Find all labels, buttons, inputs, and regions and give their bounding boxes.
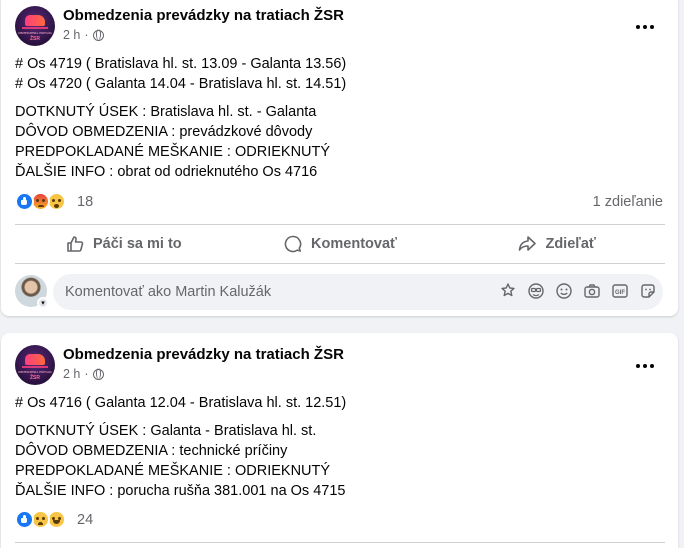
post-header: OBMEDZENIA PREVÁDZKY ŽSR Obmedzenia prev…: [15, 6, 665, 46]
post-line: DOTKNUTÝ ÚSEK : Bratislava hl. st. - Gal…: [15, 104, 317, 120]
logo-stripe: [22, 366, 48, 368]
share-icon: [519, 236, 537, 251]
share-button[interactable]: Zdieľať: [448, 226, 665, 262]
like-button[interactable]: Páči sa mi to: [15, 226, 232, 262]
post-actions: Páči sa mi to Komentovať Zdieľať: [15, 226, 665, 262]
reaction-count[interactable]: 24: [77, 512, 93, 528]
post-line: # Os 4716 ( Galanta 12.04 - Bratislava h…: [15, 395, 347, 411]
globe-icon: [92, 28, 104, 41]
post-line: # Os 4719 ( Bratislava hl. st. 13.09 - G…: [15, 56, 347, 72]
comment-input[interactable]: [65, 274, 485, 310]
chevron-down-icon[interactable]: ▾: [37, 297, 49, 309]
comment-tools: GIF: [499, 282, 657, 300]
share-count[interactable]: 1 zdieľanie: [593, 194, 663, 210]
post-line: DÔVOD OBMEDZENIA : technické príčiny: [15, 443, 288, 459]
post-header: OBMEDZENIA PREVÁDZKY ŽSR Obmedzenia prev…: [15, 345, 665, 385]
comment-label: Komentovať: [311, 236, 397, 252]
smile-icon[interactable]: [555, 282, 573, 300]
post-meta: 2 h ·: [63, 367, 104, 381]
comment-box[interactable]: GIF: [53, 274, 663, 310]
divider: [15, 224, 665, 225]
post-body: # Os 4716 ( Galanta 12.04 - Bratislava h…: [15, 393, 665, 501]
emoji-face-icon[interactable]: [527, 282, 545, 300]
page-avatar[interactable]: OBMEDZENIA PREVÁDZKY ŽSR: [15, 345, 55, 385]
comment-icon: [284, 235, 302, 253]
post-line: PREDPOKLADANÉ MEŠKANIE : ODRIEKNUTÝ: [15, 144, 331, 160]
more-options-button[interactable]: [630, 351, 660, 381]
meta-separator: ·: [84, 28, 89, 42]
dot-icon: [636, 364, 640, 368]
avatar-sticker-icon[interactable]: [499, 282, 517, 300]
post-card: OBMEDZENIA PREVÁDZKY ŽSR Obmedzenia prev…: [1, 333, 678, 548]
divider: [15, 263, 665, 264]
thumbs-up-icon: [67, 236, 84, 252]
post-line: DOTKNUTÝ ÚSEK : Galanta - Bratislava hl.…: [15, 423, 317, 439]
comment-button[interactable]: Komentovať: [232, 226, 449, 262]
like-label: Páči sa mi to: [93, 236, 182, 252]
dot-icon: [643, 364, 647, 368]
reactions-bar: 18 1 zdieľanie: [15, 192, 665, 214]
post-line: ĎALŠIE INFO : porucha rušňa 381.001 na O…: [15, 483, 346, 499]
avatar-logo-text: ŽSR: [30, 36, 40, 42]
reaction-count[interactable]: 18: [77, 194, 93, 210]
reaction-icons[interactable]: [15, 510, 66, 529]
post-card: OBMEDZENIA PREVÁDZKY ŽSR Obmedzenia prev…: [1, 0, 678, 316]
avatar-logo-text: ŽSR: [30, 375, 40, 381]
page-name[interactable]: Obmedzenia prevádzky na tratiach ŽSR: [63, 346, 344, 363]
reactions-bar: 24: [15, 510, 665, 532]
gif-icon[interactable]: GIF: [611, 282, 629, 300]
globe-icon: [92, 367, 104, 380]
more-options-button[interactable]: [630, 12, 660, 42]
svg-text:GIF: GIF: [615, 290, 625, 296]
dot-icon: [650, 364, 654, 368]
post-meta: 2 h ·: [63, 28, 104, 42]
logo-stripe: [22, 27, 48, 29]
train-logo-icon: [25, 15, 45, 26]
post-line: PREDPOKLADANÉ MEŠKANIE : ODRIEKNUTÝ: [15, 463, 331, 479]
dot-icon: [650, 25, 654, 29]
camera-icon[interactable]: [583, 282, 601, 300]
like-reaction-icon: [15, 510, 34, 529]
post-line: ĎALŠIE INFO : obrat od odrieknutého Os 4…: [15, 164, 318, 180]
reaction-icons[interactable]: [15, 192, 66, 211]
post-line: DÔVOD OBMEDZENIA : prevádzkové dôvody: [15, 124, 313, 140]
meta-separator: ·: [84, 367, 89, 381]
divider: [15, 542, 665, 543]
train-logo-icon: [25, 354, 45, 365]
post-time[interactable]: 2 h: [63, 367, 80, 381]
comment-composer: ▾ Komentovať ako Martin Kalužák GIF: [15, 274, 665, 310]
page-avatar[interactable]: OBMEDZENIA PREVÁDZKY ŽSR: [15, 6, 55, 46]
dot-icon: [636, 25, 640, 29]
post-line: # Os 4720 ( Galanta 14.04 - Bratislava h…: [15, 76, 347, 92]
post-time[interactable]: 2 h: [63, 28, 80, 42]
page-name[interactable]: Obmedzenia prevádzky na tratiach ŽSR: [63, 7, 344, 24]
sticker-icon[interactable]: [639, 282, 657, 300]
dot-icon: [643, 25, 647, 29]
post-body: # Os 4719 ( Bratislava hl. st. 13.09 - G…: [15, 54, 665, 182]
share-label: Zdieľať: [545, 236, 596, 252]
like-reaction-icon: [15, 192, 34, 211]
